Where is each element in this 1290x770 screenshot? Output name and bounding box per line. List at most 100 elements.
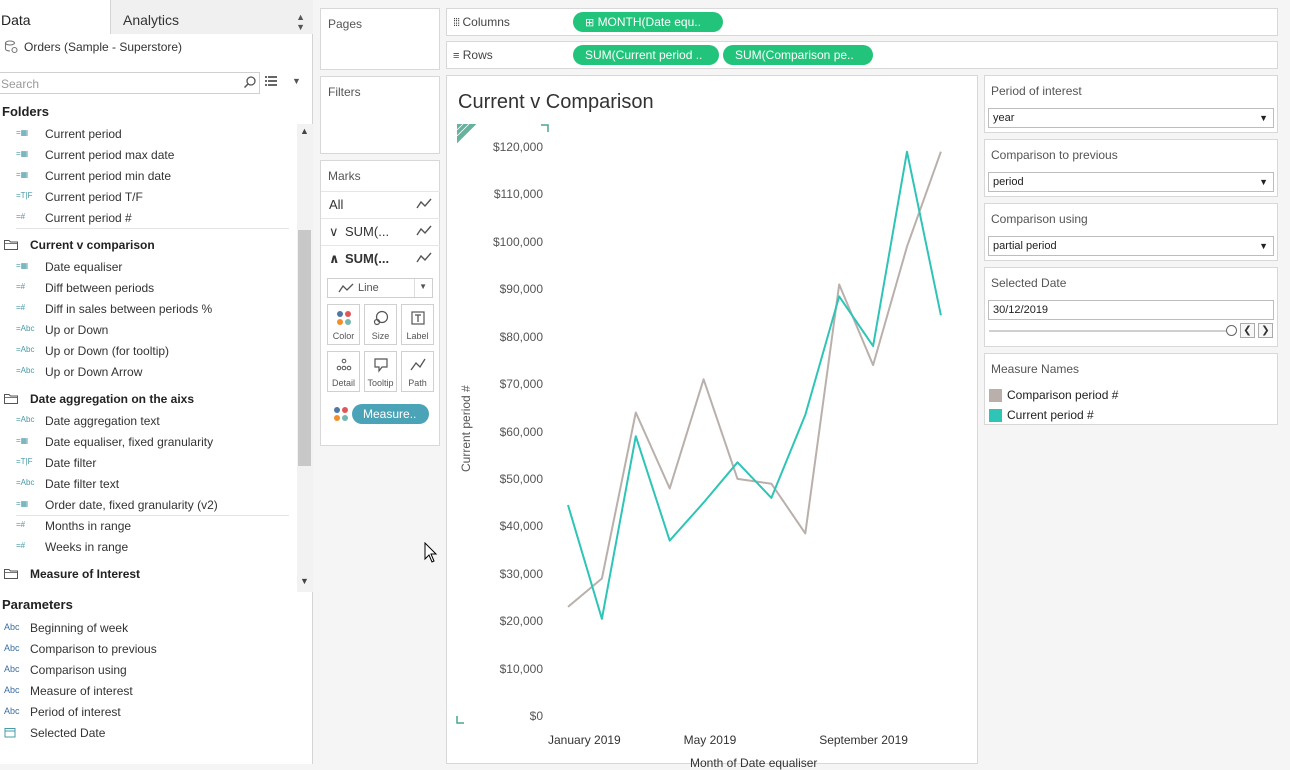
- string-type-icon: Abc: [4, 643, 20, 653]
- label-label: Label: [406, 331, 429, 341]
- pages-title: Pages: [328, 17, 363, 31]
- field-type-icon: =#: [16, 282, 26, 291]
- field-item[interactable]: =▦ Order date, fixed granularity (v2): [0, 495, 296, 516]
- search-icon[interactable]: [243, 75, 257, 89]
- field-label: Up or Down (for tooltip): [45, 344, 170, 358]
- comparison-to-previous-title: Comparison to previous: [991, 148, 1118, 162]
- period-of-interest-title: Period of interest: [991, 84, 1082, 98]
- pages-shelf[interactable]: Pages: [320, 8, 440, 70]
- tab-analytics[interactable]: Analytics ▲ ▼: [110, 0, 313, 34]
- string-type-icon: Abc: [4, 706, 20, 716]
- color-button[interactable]: Color: [327, 304, 360, 345]
- path-icon: [410, 358, 426, 371]
- dropdown-arrow-icon[interactable]: ▼: [292, 76, 301, 86]
- field-item[interactable]: =# Months in range: [0, 516, 296, 537]
- field-item[interactable]: =Abc Up or Down (for tooltip): [0, 341, 296, 362]
- previous-icon[interactable]: ❮: [1240, 323, 1255, 338]
- date-slider-track[interactable]: [989, 330, 1231, 332]
- parameter-label: Beginning of week: [30, 621, 129, 635]
- label-icon: [411, 311, 425, 325]
- viz-area: Current v Comparison Current period # $0…: [446, 75, 978, 770]
- selected-date-input[interactable]: 30/12/2019: [988, 300, 1274, 320]
- parameter-item[interactable]: Abc Period of interest: [0, 702, 300, 723]
- current-series-line[interactable]: [567, 150, 942, 620]
- rows-label: ≡ Rows: [453, 48, 493, 62]
- comparison-to-previous-dropdown[interactable]: period ▼: [988, 172, 1274, 192]
- field-label: Current period min date: [45, 169, 172, 183]
- label-button[interactable]: Label: [401, 304, 434, 345]
- size-label: Size: [371, 331, 390, 341]
- columns-pill[interactable]: ⊞ MONTH(Date equ..: [573, 12, 723, 32]
- field-item[interactable]: =▦ Date equaliser: [0, 257, 296, 278]
- comparison-using-dropdown[interactable]: partial period ▼: [988, 236, 1274, 256]
- scrollbar[interactable]: ▲ ▼: [297, 124, 313, 592]
- tooltip-button[interactable]: Tooltip: [364, 351, 397, 392]
- marks-row-sum-2[interactable]: ∧ SUM(...: [321, 245, 440, 271]
- period-of-interest-dropdown[interactable]: year ▼: [988, 108, 1274, 128]
- columns-shelf[interactable]: ⁞⁞⁞ Columns ⊞ MONTH(Date equ..: [446, 8, 1278, 36]
- filters-shelf[interactable]: Filters: [320, 76, 440, 154]
- field-item[interactable]: =# Current period #: [0, 208, 296, 229]
- field-item[interactable]: =▦ Date equaliser, fixed granularity: [0, 432, 296, 453]
- datasource-row[interactable]: Orders (Sample - Superstore): [0, 36, 313, 62]
- comparison-using-value: partial period: [993, 240, 1057, 252]
- rows-pill-comparison[interactable]: SUM(Comparison pe..: [723, 45, 873, 65]
- rows-shelf[interactable]: ≡ Rows SUM(Current period .. SUM(Compari…: [446, 41, 1278, 69]
- field-item[interactable]: =▦ Current period min date: [0, 166, 296, 187]
- folder-header[interactable]: Measure of Interest: [0, 564, 296, 585]
- detail-button[interactable]: Detail: [327, 351, 360, 392]
- next-icon[interactable]: ❯: [1258, 323, 1273, 338]
- marks-row-label: All: [329, 197, 344, 212]
- field-item[interactable]: =Abc Up or Down: [0, 320, 296, 341]
- marks-title: Marks: [328, 169, 361, 183]
- parameter-item[interactable]: Abc Comparison to previous: [0, 639, 300, 660]
- parameter-item[interactable]: Abc Comparison using: [0, 660, 300, 681]
- list-view-icon[interactable]: [264, 74, 278, 88]
- date-slider-handle[interactable]: [1226, 325, 1237, 336]
- field-item[interactable]: =▦ Current period: [0, 124, 296, 145]
- legend-label: Comparison period #: [1007, 388, 1119, 402]
- field-item[interactable]: =# Diff in sales between periods %: [0, 299, 296, 320]
- search-input[interactable]: Search: [0, 72, 260, 94]
- folder-header[interactable]: Current v comparison: [0, 235, 296, 256]
- field-item[interactable]: =Abc Date filter text: [0, 474, 296, 495]
- parameter-label: Selected Date: [30, 726, 106, 740]
- parameter-item[interactable]: Selected Date: [0, 723, 300, 744]
- tab-data[interactable]: Data: [0, 0, 110, 34]
- field-item[interactable]: =# Diff between periods: [0, 278, 296, 299]
- detail-label: Detail: [331, 378, 355, 388]
- field-item[interactable]: =▦ Current period max date: [0, 145, 296, 166]
- mark-type-dropdown[interactable]: Line ▼: [327, 278, 433, 298]
- folder-header[interactable]: Date aggregation on the aixs: [0, 389, 296, 410]
- parameter-item[interactable]: Abc Beginning of week: [0, 618, 300, 639]
- rows-pill-current[interactable]: SUM(Current period ..: [573, 45, 719, 65]
- data-pane: Data Analytics ▲ ▼ Orders (Sample - Super…: [0, 0, 313, 764]
- field-item[interactable]: =# Weeks in range: [0, 537, 296, 558]
- parameter-item[interactable]: Abc Measure of interest: [0, 681, 300, 702]
- marks-row-label: SUM(...: [345, 224, 390, 239]
- field-label: Diff in sales between periods %: [45, 302, 213, 316]
- scroll-thumb[interactable]: [298, 230, 311, 466]
- field-item[interactable]: =T|F Date filter: [0, 453, 296, 474]
- marks-row-sum-1[interactable]: ∨ SUM(...: [321, 218, 440, 244]
- field-item[interactable]: =Abc Date aggregation text: [0, 411, 296, 432]
- detail-icon: [336, 358, 352, 371]
- field-item[interactable]: =T|F Current period T/F: [0, 187, 296, 208]
- line-mark-icon: [416, 198, 432, 209]
- path-button[interactable]: Path: [401, 351, 434, 392]
- field-type-icon: =#: [16, 541, 26, 550]
- field-item[interactable]: =Abc Up or Down Arrow: [0, 362, 296, 383]
- updown-arrow-icon[interactable]: ▲ ▼: [296, 12, 305, 32]
- size-button[interactable]: Size: [364, 304, 397, 345]
- measure-names-pill[interactable]: Measure..: [352, 404, 429, 424]
- parameter-label: Comparison using: [30, 663, 127, 677]
- marks-row-label: SUM(...: [345, 251, 390, 266]
- scroll-down-icon[interactable]: ▼: [300, 576, 309, 586]
- scroll-up-icon[interactable]: ▲: [300, 126, 309, 136]
- line-mark-icon: [416, 225, 432, 236]
- string-type-icon: Abc: [4, 622, 20, 632]
- comparison-using-title: Comparison using: [991, 212, 1088, 226]
- marks-row-all[interactable]: All: [321, 191, 440, 217]
- comparison-series-line[interactable]: [567, 151, 942, 608]
- legend-card: Measure Names Comparison period # Curren…: [984, 353, 1278, 425]
